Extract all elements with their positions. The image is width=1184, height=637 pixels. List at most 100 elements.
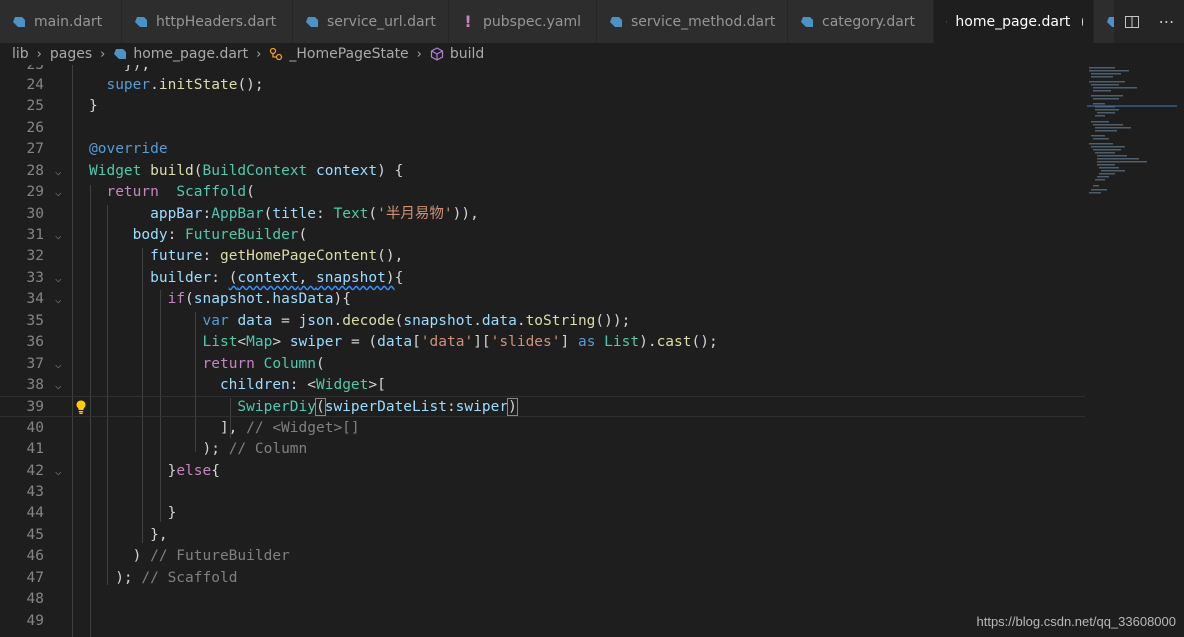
- line-number: 38: [26, 377, 44, 393]
- line-number: 49: [26, 613, 44, 629]
- vertical-scrollbar[interactable]: [1178, 65, 1184, 625]
- line-number: 26: [26, 120, 44, 136]
- line-number: 25: [26, 98, 44, 114]
- code-line: 45 },: [0, 525, 1085, 546]
- code-text: var data = json.decode(snapshot.data.toS…: [202, 313, 631, 329]
- breadcrumb-item-pages[interactable]: pages: [50, 46, 92, 62]
- more-actions-icon[interactable]: ⋯: [1159, 12, 1175, 31]
- dart-icon: [13, 16, 25, 27]
- line-number: 37: [26, 356, 44, 372]
- breadcrumb-item-class[interactable]: _HomePageState: [289, 46, 408, 62]
- code-text: future: getHomePageContent(),: [150, 248, 404, 264]
- dart-icon: [135, 16, 147, 27]
- tab-home-page-dart[interactable]: home_page.dart: [934, 0, 1094, 43]
- code-text: SwiperDiy(swiperDateList:swiper): [237, 398, 518, 416]
- code-text: List<Map> swiper = (data['data']['slides…: [202, 334, 718, 350]
- chevron-right-icon: ›: [256, 46, 262, 62]
- line-number: 47: [26, 570, 44, 586]
- code-line: 26: [0, 118, 1085, 139]
- minimap[interactable]: [1087, 65, 1177, 205]
- breadcrumb: lib › pages › home_page.dart › _HomePage…: [0, 43, 1184, 65]
- code-editor[interactable]: 23 }); 24 super.initState(); 25} 26 27 @o…: [0, 65, 1184, 637]
- chevron-down-icon[interactable]: ⌵: [55, 289, 62, 310]
- unsaved-dot-icon[interactable]: [1082, 17, 1083, 26]
- code-line: 37 ⌵ return Column(: [0, 354, 1085, 375]
- code-line: 28 ⌵ Widget build(BuildContext context) {: [0, 161, 1085, 182]
- tab-main-dart[interactable]: main.dart: [0, 0, 122, 43]
- line-number: 31: [26, 227, 44, 243]
- tab-pubspec-yaml[interactable]: ! pubspec.yaml: [449, 0, 597, 43]
- chevron-down-icon[interactable]: ⌵: [55, 268, 62, 289]
- code-line: 31 ⌵ body: FutureBuilder(: [0, 225, 1085, 246]
- line-number: 45: [26, 527, 44, 543]
- code-line: 49: [0, 611, 1085, 632]
- line-number: 40: [26, 420, 44, 436]
- tab-category-dart[interactable]: category.dart: [788, 0, 934, 43]
- breadcrumb-item-lib[interactable]: lib: [12, 46, 29, 62]
- chevron-down-icon[interactable]: ⌵: [55, 161, 62, 182]
- chevron-right-icon: ›: [100, 46, 106, 62]
- lightbulb-icon[interactable]: [73, 399, 89, 415]
- code-line: 24 super.initState();: [0, 75, 1085, 96]
- breadcrumb-item-file[interactable]: home_page.dart: [133, 46, 248, 62]
- tab-service-method-dart[interactable]: service_method.dart: [597, 0, 788, 43]
- code-text: super.initState();: [106, 77, 264, 93]
- code-text: return Scaffold(: [106, 184, 255, 200]
- code-text: ); // Column: [89, 441, 308, 457]
- code-text: body: FutureBuilder(: [132, 227, 308, 243]
- code-text: ); // Scaffold: [89, 570, 238, 586]
- code-line: 33 ⌵ builder: (context, snapshot){: [0, 268, 1085, 289]
- code-text: ], // <Widget>[]: [89, 420, 360, 436]
- yaml-exclamation-icon: !: [464, 12, 472, 31]
- editor-actions: ⋯: [1114, 0, 1184, 43]
- tab-service-url-dart[interactable]: service_url.dart: [293, 0, 449, 43]
- code-text: appBar:AppBar(title: Text('半月易物')),: [150, 206, 479, 222]
- line-number: 36: [26, 334, 44, 350]
- chevron-down-icon[interactable]: ⌵: [55, 182, 62, 203]
- line-number: 42: [26, 463, 44, 479]
- chevron-down-icon[interactable]: ⌵: [55, 225, 62, 246]
- tab-label: service_url.dart: [327, 13, 436, 30]
- line-number: 33: [26, 270, 44, 286]
- dart-icon: [801, 16, 813, 27]
- line-number: 32: [26, 248, 44, 264]
- code-line: 44 }: [0, 503, 1085, 524]
- code-text: ) // FutureBuilder: [89, 548, 290, 564]
- code-line: 41 ); // Column: [0, 439, 1085, 460]
- code-line: 32 future: getHomePageContent(),: [0, 246, 1085, 267]
- code-line-current: 39 SwiperDiy(swiperDateList:swiper): [0, 396, 1085, 417]
- line-number: 35: [26, 313, 44, 329]
- split-editor-icon[interactable]: [1124, 14, 1140, 30]
- chevron-right-icon: ›: [36, 46, 42, 62]
- line-number: 30: [26, 206, 44, 222]
- tab-label: main.dart: [34, 13, 103, 30]
- line-number: 39: [26, 399, 44, 415]
- code-text: builder: (context, snapshot){: [150, 270, 404, 286]
- code-line: 42 ⌵ }else{: [0, 461, 1085, 482]
- code-text: if(snapshot.hasData){: [167, 291, 351, 307]
- code-line: 36 List<Map> swiper = (data['data']['sli…: [0, 332, 1085, 353]
- line-number: 27: [26, 141, 44, 157]
- code-line: 25}: [0, 96, 1085, 117]
- code-text: @override: [89, 141, 168, 157]
- code-line: 34 ⌵ if(snapshot.hasData){: [0, 289, 1085, 310]
- dart-icon: [610, 16, 622, 27]
- chevron-down-icon[interactable]: ⌵: [55, 461, 62, 482]
- breadcrumb-item-method[interactable]: build: [450, 46, 484, 62]
- tab-label: home_page.dart: [955, 13, 1071, 30]
- chevron-down-icon[interactable]: ⌵: [55, 354, 62, 375]
- code-text: }: [89, 98, 98, 114]
- code-line: 29 ⌵ return Scaffold(: [0, 182, 1085, 203]
- code-line: 35 var data = json.decode(snapshot.data.…: [0, 311, 1085, 332]
- tab-httpheaders-dart[interactable]: httpHeaders.dart: [122, 0, 293, 43]
- code-line: 47 ); // Scaffold: [0, 568, 1085, 589]
- code-text: return Column(: [202, 356, 325, 372]
- line-number: 29: [26, 184, 44, 200]
- code-text: }: [89, 505, 177, 521]
- watermark: https://blog.csdn.net/qq_33608000: [976, 614, 1177, 629]
- code-line: 40 ], // <Widget>[]: [0, 418, 1085, 439]
- chevron-down-icon[interactable]: ⌵: [55, 375, 62, 396]
- class-icon: [270, 47, 283, 61]
- code-text: }else{: [89, 463, 220, 479]
- line-number: 46: [26, 548, 44, 564]
